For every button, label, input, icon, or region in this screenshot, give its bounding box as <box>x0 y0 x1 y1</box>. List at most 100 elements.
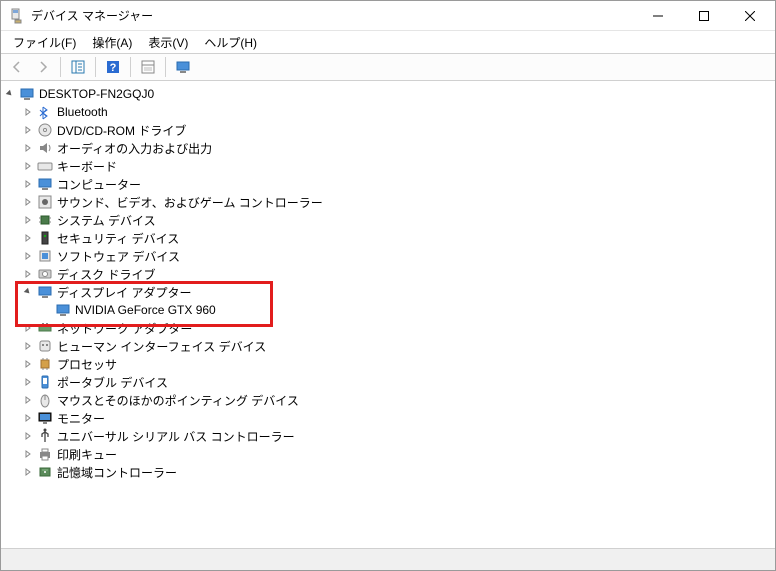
display-adapters-icon <box>37 284 53 300</box>
expand-icon[interactable] <box>21 195 35 209</box>
tree-category-processors[interactable]: プロセッサ <box>21 355 775 373</box>
tree-category-label: プロセッサ <box>57 356 117 373</box>
menu-help[interactable]: ヘルプ(H) <box>196 32 265 53</box>
maximize-button[interactable] <box>681 1 727 31</box>
tree-category-label: 印刷キュー <box>57 446 117 463</box>
usb-controllers-icon <box>37 428 53 444</box>
tree-category-label: ポータブル デバイス <box>57 374 168 391</box>
tree-category-dvd-cdrom-drives[interactable]: DVD/CD-ROM ドライブ <box>21 121 775 139</box>
toolbar-separator <box>60 57 61 77</box>
computer-icon <box>37 176 53 192</box>
expand-icon[interactable] <box>21 231 35 245</box>
tree-category-monitors[interactable]: モニター <box>21 409 775 427</box>
expander-spacer <box>39 303 53 317</box>
collapse-icon[interactable] <box>3 87 17 101</box>
collapse-icon[interactable] <box>21 285 35 299</box>
tree-category-label: ユニバーサル シリアル バス コントローラー <box>57 428 295 445</box>
expand-icon[interactable] <box>21 141 35 155</box>
back-button[interactable] <box>5 55 29 79</box>
expand-icon[interactable] <box>21 357 35 371</box>
expand-icon[interactable] <box>21 249 35 263</box>
close-button[interactable] <box>727 1 773 31</box>
tree-category-label: ディスク ドライブ <box>57 266 156 283</box>
software-devices-icon <box>37 248 53 264</box>
computer-icon <box>19 86 35 102</box>
tree-category-label: 記憶域コントローラー <box>57 464 177 481</box>
properties-button[interactable] <box>136 55 160 79</box>
tree-category-keyboards[interactable]: キーボード <box>21 157 775 175</box>
tree-category-portable-devices[interactable]: ポータブル デバイス <box>21 373 775 391</box>
window-controls <box>635 1 773 31</box>
menu-view[interactable]: 表示(V) <box>140 32 196 53</box>
expand-icon[interactable] <box>21 393 35 407</box>
device-tree-pane[interactable]: DESKTOP-FN2GQJ0 Bluetooth DVD/CD-ROM ドライブ… <box>1 81 775 548</box>
expand-icon[interactable] <box>21 321 35 335</box>
expand-icon[interactable] <box>21 105 35 119</box>
tree-category-label: システム デバイス <box>57 212 156 229</box>
expand-icon[interactable] <box>21 375 35 389</box>
scan-hardware-button[interactable] <box>171 55 195 79</box>
tree-category-computer[interactable]: コンピューター <box>21 175 775 193</box>
show-hide-tree-button[interactable] <box>66 55 90 79</box>
expand-icon[interactable] <box>21 429 35 443</box>
menu-action[interactable]: 操作(A) <box>84 32 140 53</box>
tree-root-label: DESKTOP-FN2GQJ0 <box>39 87 154 101</box>
tree-category-mice-pointing-devices[interactable]: マウスとそのほかのポインティング デバイス <box>21 391 775 409</box>
expand-icon[interactable] <box>21 465 35 479</box>
menu-bar: ファイル(F) 操作(A) 表示(V) ヘルプ(H) <box>1 31 775 53</box>
tree-category-disk-drives[interactable]: ディスク ドライブ <box>21 265 775 283</box>
expand-icon[interactable] <box>21 339 35 353</box>
expand-icon[interactable] <box>21 267 35 281</box>
toolbar-separator <box>165 57 166 77</box>
tree-category-label: ネットワーク アダプター <box>57 320 192 337</box>
toolbar-separator <box>95 57 96 77</box>
tree-category-label: ディスプレイ アダプター <box>57 284 192 301</box>
tree-category-label: セキュリティ デバイス <box>57 230 179 247</box>
tree-category-label: ヒューマン インターフェイス デバイス <box>57 338 266 355</box>
display-adapter-icon <box>55 302 71 318</box>
status-bar <box>1 548 775 570</box>
tree-category-display-adapters[interactable]: ディスプレイ アダプター <box>21 283 775 301</box>
tree-category-bluetooth[interactable]: Bluetooth <box>21 103 775 121</box>
tree-category-usb-controllers[interactable]: ユニバーサル シリアル バス コントローラー <box>21 427 775 445</box>
mice-pointing-devices-icon <box>37 392 53 408</box>
tree-category-sound-video-game-controllers[interactable]: サウンド、ビデオ、およびゲーム コントローラー <box>21 193 775 211</box>
tree-root[interactable]: DESKTOP-FN2GQJ0 <box>3 85 775 103</box>
tree-category-label: Bluetooth <box>57 105 108 119</box>
svg-text:?: ? <box>110 62 117 74</box>
tree-category-storage-controllers[interactable]: 記憶域コントローラー <box>21 463 775 481</box>
security-devices-icon <box>37 230 53 246</box>
forward-button[interactable] <box>31 55 55 79</box>
network-adapters-icon <box>37 320 53 336</box>
expand-icon[interactable] <box>21 159 35 173</box>
tree-category-network-adapters[interactable]: ネットワーク アダプター <box>21 319 775 337</box>
tree-category-security-devices[interactable]: セキュリティ デバイス <box>21 229 775 247</box>
tree-category-human-interface-devices[interactable]: ヒューマン インターフェイス デバイス <box>21 337 775 355</box>
window-title: デバイス マネージャー <box>31 7 635 24</box>
tree-category-audio-inputs-outputs[interactable]: オーディオの入力および出力 <box>21 139 775 157</box>
tree-category-label: マウスとそのほかのポインティング デバイス <box>57 392 299 409</box>
tree-category-label: モニター <box>57 410 105 427</box>
tree-device-nvidia-geforce-gtx-960[interactable]: NVIDIA GeForce GTX 960 <box>39 301 775 319</box>
expand-icon[interactable] <box>21 213 35 227</box>
portable-devices-icon <box>37 374 53 390</box>
print-queues-icon <box>37 446 53 462</box>
minimize-button[interactable] <box>635 1 681 31</box>
expand-icon[interactable] <box>21 177 35 191</box>
storage-controllers-icon <box>37 464 53 480</box>
toolbar-separator <box>130 57 131 77</box>
system-devices-icon <box>37 212 53 228</box>
tree-category-label: ソフトウェア デバイス <box>57 248 180 265</box>
menu-file[interactable]: ファイル(F) <box>5 32 84 53</box>
disk-drives-icon <box>37 266 53 282</box>
expand-icon[interactable] <box>21 411 35 425</box>
tree-category-label: キーボード <box>57 158 117 175</box>
tree-category-software-devices[interactable]: ソフトウェア デバイス <box>21 247 775 265</box>
expand-icon[interactable] <box>21 447 35 461</box>
help-button[interactable]: ? <box>101 55 125 79</box>
tree-category-system-devices[interactable]: システム デバイス <box>21 211 775 229</box>
expand-icon[interactable] <box>21 123 35 137</box>
monitors-icon <box>37 410 53 426</box>
dvd-cdrom-drives-icon <box>37 122 53 138</box>
tree-category-print-queues[interactable]: 印刷キュー <box>21 445 775 463</box>
